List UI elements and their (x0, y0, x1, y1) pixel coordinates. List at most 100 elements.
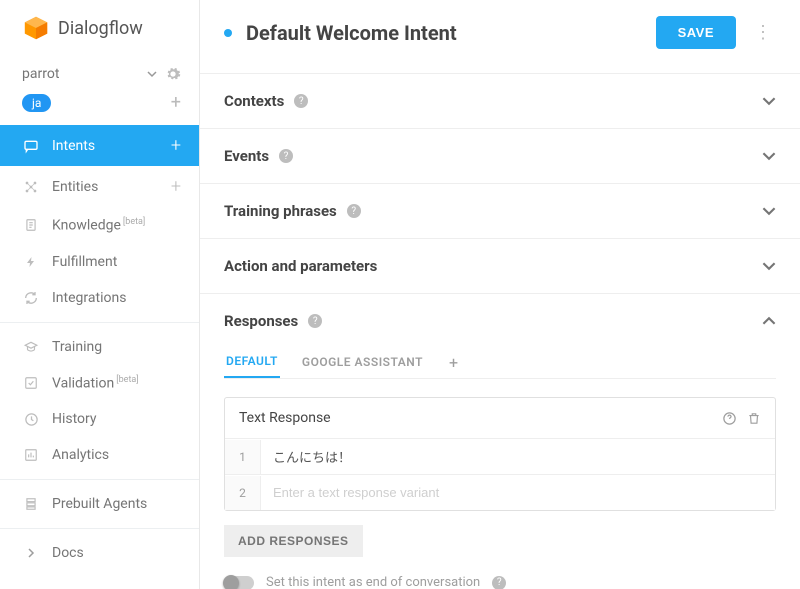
tab-google-assistant[interactable]: GOOGLE ASSISTANT (300, 347, 425, 377)
section-title: Responses (224, 312, 298, 330)
nav-label: Prebuilt Agents (52, 496, 181, 512)
nav-label: Intents (52, 138, 159, 154)
end-conversation-label: Set this intent as end of conversation (266, 575, 480, 589)
text-response-card: Text Response 1 2 (224, 397, 776, 511)
divider (0, 479, 199, 480)
document-icon (22, 217, 40, 233)
brand-name: Dialogflow (58, 18, 143, 39)
topbar: Default Welcome Intent SAVE ⋮ (200, 0, 800, 73)
nav-label: Training (52, 339, 181, 355)
cap-icon (22, 340, 40, 354)
nav-label: Knowledge[beta] (52, 217, 181, 234)
agent-selector[interactable]: parrot (0, 60, 199, 88)
nav-history[interactable]: History (0, 401, 199, 437)
sections: Contexts ? Events ? Training phrases ? (200, 73, 800, 589)
chart-icon (22, 448, 40, 462)
status-dot (224, 29, 232, 37)
nav-fulfillment[interactable]: Fulfillment (0, 244, 199, 280)
nav-label: History (52, 411, 181, 427)
section-events: Events ? (200, 128, 800, 183)
add-intent-button[interactable]: + (171, 135, 181, 156)
card-header: Text Response (225, 398, 775, 438)
sidebar: Dialogflow parrot ja + Intents + (0, 0, 200, 589)
divider (0, 528, 199, 529)
nav-label: Validation[beta] (52, 375, 181, 392)
add-responses-button[interactable]: ADD RESPONSES (224, 525, 363, 557)
more-menu-icon[interactable]: ⋮ (750, 22, 776, 43)
refresh-icon (22, 290, 40, 306)
divider (0, 322, 199, 323)
nav-training[interactable]: Training (0, 329, 199, 365)
response-tabs: DEFAULT GOOGLE ASSISTANT + (224, 346, 776, 379)
agent-name: parrot (22, 66, 139, 82)
chevron-down-icon[interactable] (762, 149, 776, 163)
section-action: Action and parameters (200, 238, 800, 293)
chevron-down-icon[interactable] (147, 69, 157, 79)
chevron-down-icon[interactable] (762, 94, 776, 108)
end-conversation-toggle[interactable] (224, 576, 254, 589)
nav-label: Entities (52, 179, 159, 195)
gear-icon[interactable] (165, 66, 181, 82)
language-pill[interactable]: ja (22, 94, 51, 112)
tab-default[interactable]: DEFAULT (224, 346, 280, 378)
section-header[interactable]: Training phrases ? (224, 202, 776, 220)
help-icon[interactable]: ? (492, 576, 506, 589)
main: Default Welcome Intent SAVE ⋮ Contexts ?… (200, 0, 800, 589)
section-contexts: Contexts ? (200, 73, 800, 128)
help-icon[interactable] (722, 411, 737, 426)
section-responses: Responses ? DEFAULT GOOGLE ASSISTANT + T… (200, 293, 800, 589)
nav-integrations[interactable]: Integrations (0, 280, 199, 316)
section-title: Events (224, 147, 269, 165)
bolt-icon (22, 254, 40, 270)
entities-icon (22, 179, 40, 195)
section-header[interactable]: Responses ? (224, 312, 776, 330)
card-title: Text Response (239, 410, 712, 426)
intent-title[interactable]: Default Welcome Intent (246, 21, 642, 45)
add-language-button[interactable]: + (171, 92, 181, 113)
section-title: Contexts (224, 92, 284, 110)
section-header[interactable]: Contexts ? (224, 92, 776, 110)
nav-intents[interactable]: Intents + (0, 125, 199, 166)
logo-icon (22, 14, 50, 42)
nav-label: Docs (52, 545, 181, 561)
chevron-down-icon[interactable] (762, 259, 776, 273)
help-icon[interactable]: ? (308, 314, 322, 328)
section-title: Training phrases (224, 202, 337, 220)
nav-label: Analytics (52, 447, 181, 463)
language-row: ja + (0, 88, 199, 125)
response-input[interactable] (261, 439, 775, 474)
end-of-conversation-row: Set this intent as end of conversation ? (224, 575, 776, 589)
nav-analytics[interactable]: Analytics (0, 437, 199, 473)
response-row: 1 (225, 438, 775, 474)
chat-icon (22, 138, 40, 154)
section-header[interactable]: Events ? (224, 147, 776, 165)
nav-prebuilt[interactable]: Prebuilt Agents (0, 486, 199, 522)
section-title: Action and parameters (224, 257, 377, 275)
chevron-down-icon[interactable] (762, 204, 776, 218)
add-entity-button[interactable]: + (171, 176, 181, 197)
response-input[interactable] (261, 475, 775, 510)
help-icon[interactable]: ? (279, 149, 293, 163)
section-header[interactable]: Action and parameters (224, 257, 776, 275)
nav: Intents + Entities + Knowledge[beta] Ful… (0, 125, 199, 571)
nav-entities[interactable]: Entities + (0, 166, 199, 207)
stack-icon (22, 496, 40, 512)
nav-label: Integrations (52, 290, 181, 306)
nav-label: Fulfillment (52, 254, 181, 270)
section-training: Training phrases ? (200, 183, 800, 238)
help-icon[interactable]: ? (294, 94, 308, 108)
nav-docs[interactable]: Docs (0, 535, 199, 571)
save-button[interactable]: SAVE (656, 16, 736, 49)
delete-icon[interactable] (747, 411, 761, 426)
add-tab-button[interactable]: + (445, 349, 462, 376)
brand-row: Dialogflow (0, 0, 199, 60)
chevron-up-icon[interactable] (762, 314, 776, 328)
row-number: 2 (225, 476, 261, 510)
response-row: 2 (225, 474, 775, 510)
row-number: 1 (225, 440, 261, 474)
check-box-icon (22, 376, 40, 390)
nav-validation[interactable]: Validation[beta] (0, 365, 199, 402)
nav-knowledge[interactable]: Knowledge[beta] (0, 207, 199, 244)
responses-body: DEFAULT GOOGLE ASSISTANT + Text Response… (224, 346, 776, 589)
help-icon[interactable]: ? (347, 204, 361, 218)
